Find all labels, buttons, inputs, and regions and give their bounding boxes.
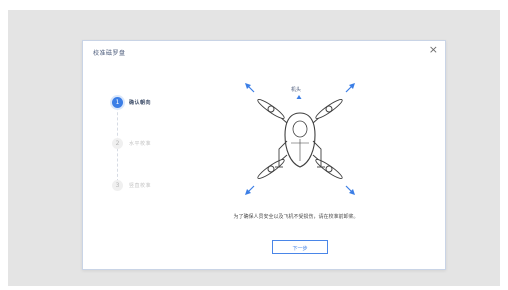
step-item-2: 2 水平校准: [105, 138, 151, 149]
step-item-1: 1 确认朝向: [105, 97, 151, 108]
step-label: 确认朝向: [129, 100, 152, 106]
head-direction-icon: [296, 95, 302, 99]
drone-top-view-icon: [245, 83, 355, 195]
drone-illustration: 机头: [241, 83, 359, 195]
step-list: 1 确认朝向 2 水平校准 3 竖直校准: [105, 87, 185, 197]
step-number: 1: [112, 97, 123, 108]
step-label: 水平校准: [129, 141, 152, 147]
step-label: 竖直校准: [129, 183, 152, 189]
step-number: 3: [112, 180, 123, 191]
step-item-3: 3 竖直校准: [105, 180, 151, 191]
compass-calibration-dialog: 校准磁罗盘 × 1 确认朝向 2 水平校准 3 竖直校准 机头 为了确保人员安全…: [82, 40, 446, 270]
instruction-text: 为了确保人员安全以及飞机不受损伤，请在校准前卸桨。: [233, 214, 359, 220]
close-icon[interactable]: ×: [429, 44, 438, 56]
dialog-title: 校准磁罗盘: [93, 50, 126, 57]
step-number: 2: [112, 138, 123, 149]
next-step-button[interactable]: 下一步: [272, 240, 328, 254]
head-direction-label: 机头: [291, 87, 302, 93]
